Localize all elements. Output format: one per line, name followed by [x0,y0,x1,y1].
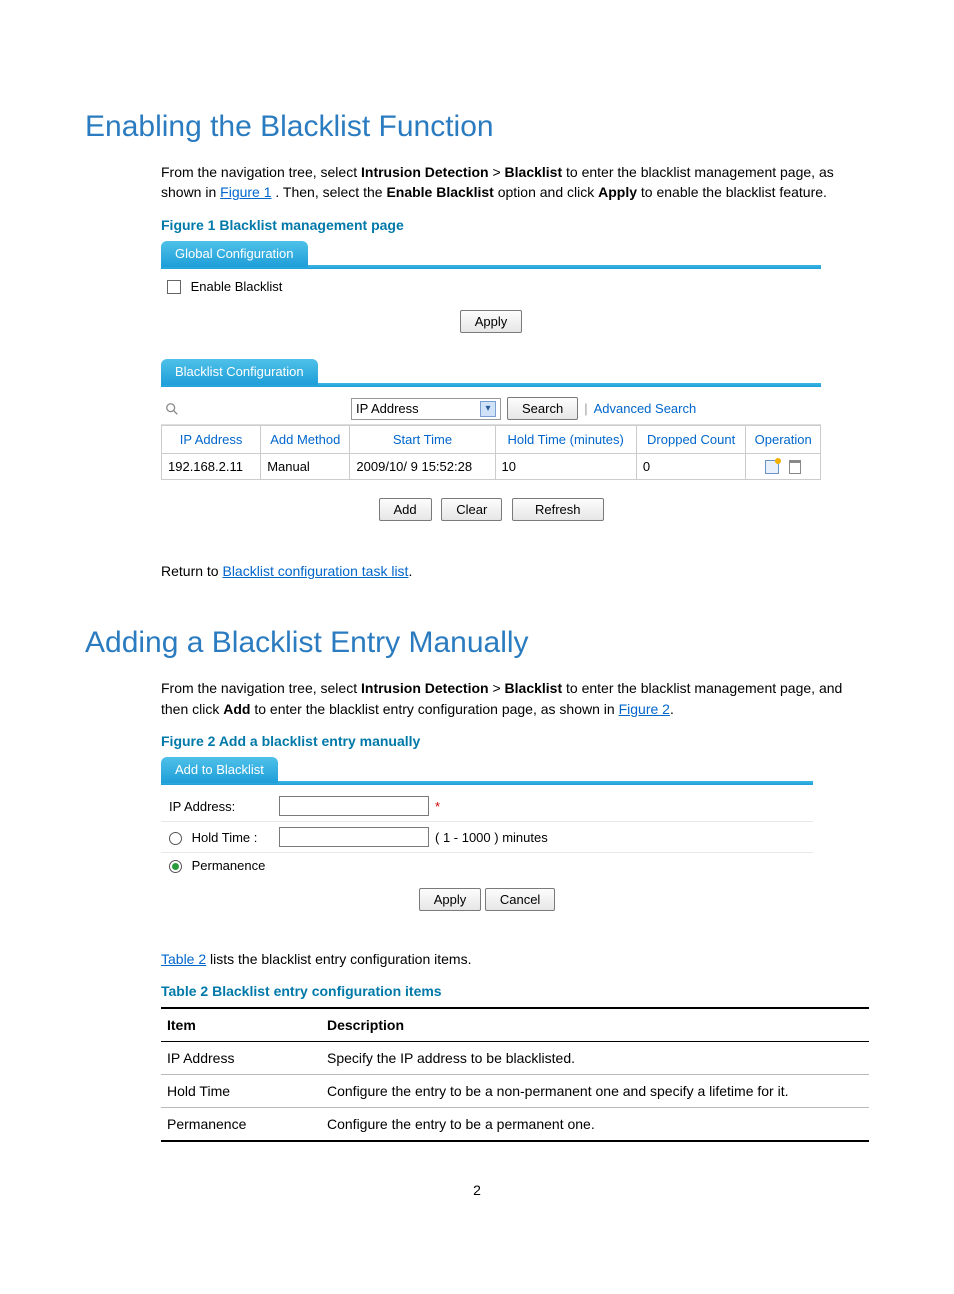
figure-2: Add to Blacklist IP Address: * Hold Time… [161,757,813,915]
paragraph-table-2-intro: Table 2 lists the blacklist entry config… [85,949,869,969]
checkbox-enable-blacklist[interactable] [167,280,181,294]
add-button[interactable]: Add [379,498,432,521]
bold-blacklist: Blacklist [505,680,563,696]
hold-time-range-note: ( 1 - 1000 ) minutes [435,830,548,845]
label-permanence: Permanence [192,858,266,873]
figure-1-caption: Figure 1 Blacklist management page [161,217,869,233]
table-row: IP Address Specify the IP address to be … [161,1042,869,1075]
cell-item: IP Address [161,1042,321,1075]
bold-enable-blacklist: Enable Blacklist [386,184,493,200]
tab-blacklist-configuration[interactable]: Blacklist Configuration [161,359,318,385]
cell-desc: Configure the entry to be a non-permanen… [321,1075,869,1108]
link-figure-1[interactable]: Figure 1 [220,184,271,200]
page-number: 2 [85,1182,869,1198]
col-add-method[interactable]: Add Method [261,426,350,454]
text: > [492,680,504,696]
table-2-caption: Table 2 Blacklist entry configuration it… [161,983,869,999]
cell-desc: Specify the IP address to be blacklisted… [321,1042,869,1075]
heading-enable-blacklist: Enabling the Blacklist Function [85,110,869,144]
text: lists the blacklist entry configuration … [206,951,471,967]
required-star-icon: * [435,799,440,814]
cell-start: 2009/10/ 9 15:52:28 [350,454,495,480]
radio-hold-time[interactable] [169,832,182,845]
cell-item: Permanence [161,1108,321,1142]
cell-item: Hold Time [161,1075,321,1108]
edit-icon[interactable] [765,460,779,474]
link-figure-2[interactable]: Figure 2 [619,701,670,717]
figure-2-caption: Figure 2 Add a blacklist entry manually [161,733,869,749]
clear-button[interactable]: Clear [441,498,502,521]
bold-apply: Apply [598,184,637,200]
cell-desc: Configure the entry to be a permanent on… [321,1108,869,1142]
text: option and click [498,184,598,200]
col-description: Description [321,1008,869,1042]
cancel-button[interactable]: Cancel [485,888,555,911]
col-dropped-count[interactable]: Dropped Count [636,426,746,454]
bold-add: Add [223,701,250,717]
search-icon [165,402,179,416]
cell-operation [746,454,821,480]
text: to enter the blacklist entry configurati… [254,701,618,717]
figure-1: Global Configuration Enable Blacklist Ap… [161,241,821,522]
label-enable-blacklist: Enable Blacklist [191,279,283,294]
link-task-list[interactable]: Blacklist configuration task list [222,563,408,579]
text: . [408,563,412,579]
bold-intrusion-detection: Intrusion Detection [361,680,489,696]
link-table-2[interactable]: Table 2 [161,951,206,967]
cell-dropped: 0 [636,454,746,480]
bold-blacklist: Blacklist [505,164,563,180]
col-ip-address[interactable]: IP Address [162,426,261,454]
chevron-down-icon: ▾ [480,401,496,417]
paragraph-return: Return to Blacklist configuration task l… [85,561,869,581]
col-item: Item [161,1008,321,1042]
paragraph-add-entry: From the navigation tree, select Intrusi… [85,678,869,719]
tab-global-configuration[interactable]: Global Configuration [161,241,308,267]
bold-intrusion-detection: Intrusion Detection [361,164,489,180]
cell-hold: 10 [495,454,636,480]
cell-method: Manual [261,454,350,480]
table-row: Hold Time Configure the entry to be a no… [161,1075,869,1108]
table-row: Permanence Configure the entry to be a p… [161,1108,869,1142]
paragraph-enable: From the navigation tree, select Intrusi… [85,162,869,203]
text: . Then, select the [275,184,386,200]
separator: | [584,401,587,416]
refresh-button[interactable]: Refresh [512,498,604,521]
text: > [492,164,504,180]
delete-icon[interactable] [789,460,801,474]
col-operation: Operation [746,426,821,454]
apply-button[interactable]: Apply [460,310,523,333]
text: to enable the blacklist feature. [641,184,827,200]
radio-permanence[interactable] [169,860,182,873]
text: From the navigation tree, select [161,680,361,696]
apply-button[interactable]: Apply [419,888,482,911]
heading-adding-entry: Adding a Blacklist Entry Manually [85,626,869,660]
table-row: 192.168.2.11 Manual 2009/10/ 9 15:52:28 … [162,454,821,480]
search-button[interactable]: Search [507,397,578,420]
col-hold-time[interactable]: Hold Time (minutes) [495,426,636,454]
label-ip-address: IP Address: [169,799,279,814]
tab-add-to-blacklist[interactable]: Add to Blacklist [161,757,278,783]
text: Return to [161,563,222,579]
advanced-search-link[interactable]: Advanced Search [594,401,697,416]
ip-address-input[interactable] [279,796,429,816]
blacklist-table: IP Address Add Method Start Time Hold Ti… [161,425,821,480]
cell-ip: 192.168.2.11 [162,454,261,480]
text: . [670,701,674,717]
hold-time-input[interactable] [279,827,429,847]
select-value: IP Address [356,401,419,416]
text: From the navigation tree, select [161,164,361,180]
col-start-time[interactable]: Start Time [350,426,495,454]
search-field-select[interactable]: IP Address ▾ [351,398,501,420]
table-2: Item Description IP Address Specify the … [161,1007,869,1142]
label-hold-time: Hold Time : [192,830,258,845]
